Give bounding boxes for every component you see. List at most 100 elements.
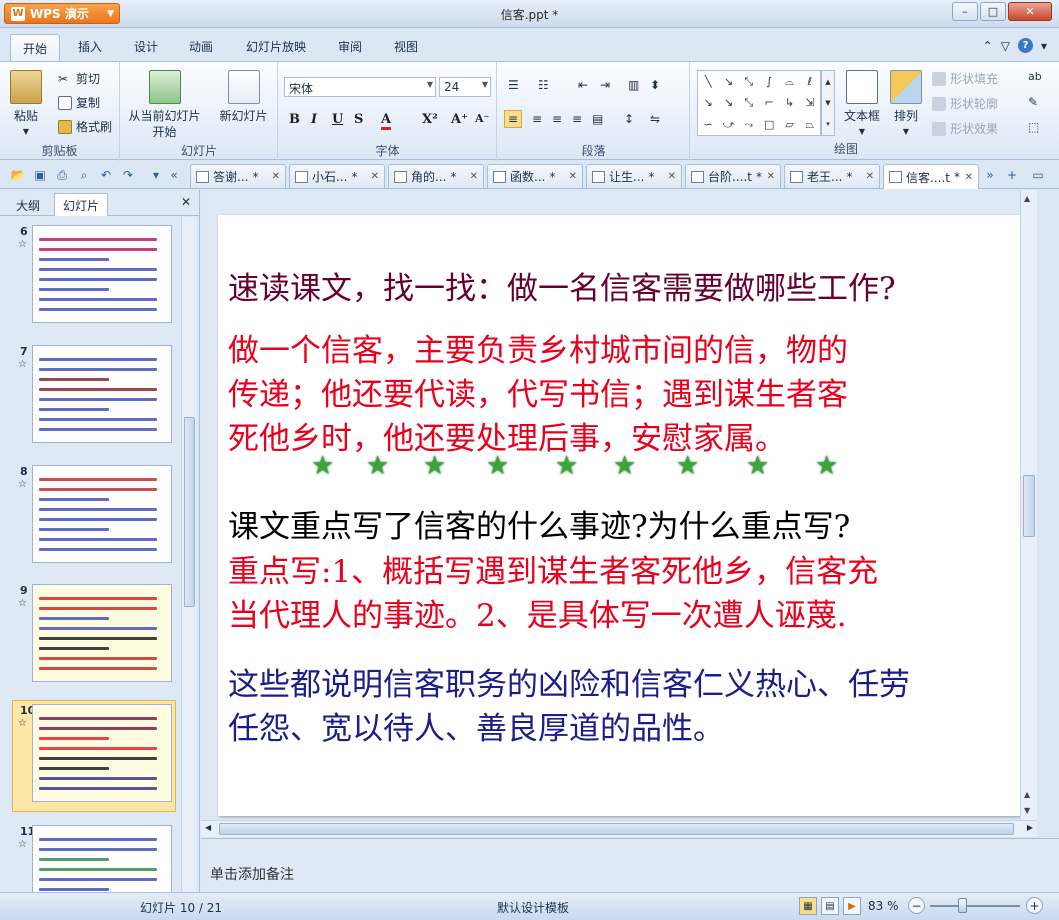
document-tab[interactable]: 台阶....t * ✕ xyxy=(685,164,781,188)
question-1[interactable]: 速读课文，找一找：做一名信客需要做哪些工作? xyxy=(228,263,896,308)
thumbnails-scrollbar[interactable] xyxy=(181,217,196,892)
bold-button[interactable]: B xyxy=(289,112,300,127)
justify-icon[interactable]: ≡ xyxy=(572,112,582,126)
close-tab-icon[interactable]: ✕ xyxy=(668,171,676,182)
close-tab-icon[interactable]: ✕ xyxy=(569,171,577,182)
scroll-right-icon[interactable]: ▶ xyxy=(1027,823,1033,832)
text-effect-icon[interactable]: ⬚ xyxy=(1028,120,1039,134)
next-slide-icon[interactable]: ▼ xyxy=(1024,806,1030,815)
chevron-up-icon[interactable]: ▲ xyxy=(825,78,830,86)
print-preview-icon[interactable]: ⌕ xyxy=(76,167,92,183)
tab-slideshow[interactable]: 幻灯片放映 xyxy=(238,38,314,55)
minimize-button[interactable]: – xyxy=(952,2,978,21)
tab-outline[interactable]: 大纲 xyxy=(8,194,48,217)
connector-double-icon[interactable]: ⇲ xyxy=(805,97,814,108)
redo-icon[interactable]: ↷ xyxy=(120,167,136,183)
play-from-current-button[interactable]: 从当前幻灯片 开始 xyxy=(127,70,202,140)
slideshow-view-icon[interactable]: ▶ xyxy=(843,897,861,915)
close-tab-icon[interactable]: ✕ xyxy=(470,171,478,182)
expand-arrow-icon[interactable]: ⌃ xyxy=(983,38,993,53)
grow-font-button[interactable]: A⁺ xyxy=(451,112,468,127)
chevron-down-icon[interactable]: ▾ xyxy=(1041,38,1047,53)
slide-thumbnail[interactable] xyxy=(32,825,172,892)
slide-canvas[interactable]: 速读课文，找一找：做一名信客需要做哪些工作? 做一个信客，主要负责乡村城市间的信… xyxy=(218,215,1020,816)
line-shape-icon[interactable]: ╲ xyxy=(705,76,712,87)
copy-button[interactable]: 复制 xyxy=(58,94,100,111)
text-fill-icon[interactable]: ✎ xyxy=(1028,95,1038,109)
align-center-icon[interactable]: ≡ xyxy=(532,112,542,126)
scroll-up-icon[interactable]: ▲ xyxy=(1024,194,1030,203)
zoom-slider-thumb[interactable] xyxy=(958,898,967,913)
editor-horizontal-scrollbar[interactable]: ◀ ▶ xyxy=(201,820,1037,837)
format-painter-button[interactable]: 格式刷 xyxy=(58,118,112,135)
rectangle-shape-icon[interactable]: □ xyxy=(764,119,774,130)
connector-icon[interactable]: ⌐ xyxy=(765,97,774,108)
shape-outline-button[interactable]: 形状轮廓 xyxy=(932,95,998,112)
answer-1[interactable]: 做一个信客，主要负责乡村城市间的信，物的 传递；他还要代读，代写书信；遇到谋生者… xyxy=(228,329,848,461)
skin-icon[interactable]: ▽ xyxy=(1001,38,1010,53)
tab-animation[interactable]: 动画 xyxy=(181,38,221,55)
close-button[interactable]: ✕ xyxy=(1008,2,1052,21)
curved-double-icon[interactable]: ⤳ xyxy=(744,119,753,130)
font-size-select[interactable]: 24 ▼ xyxy=(439,77,491,97)
document-tab[interactable]: 角的... * ✕ xyxy=(388,164,484,188)
bullets-icon[interactable]: ☰ xyxy=(508,78,519,92)
normal-view-icon[interactable]: ▦ xyxy=(799,897,817,915)
help-icon[interactable]: ? xyxy=(1017,38,1033,53)
double-arrow-shape-icon[interactable]: ⤡ xyxy=(744,76,753,87)
more-icon[interactable]: ▾ xyxy=(826,120,830,128)
document-tab[interactable]: 老王... * ✕ xyxy=(784,164,880,188)
underline-button[interactable]: U xyxy=(332,112,343,127)
close-tab-icon[interactable]: ✕ xyxy=(272,171,280,182)
tab-scroll-right-icon[interactable]: » xyxy=(982,167,998,183)
curve-shape-icon[interactable]: ∫ xyxy=(766,76,772,87)
zoom-slider-track[interactable] xyxy=(930,905,1020,907)
font-color-button[interactable]: A xyxy=(381,112,392,130)
shadow-button[interactable]: S xyxy=(354,112,363,127)
new-tab-icon[interactable]: + xyxy=(1004,167,1020,183)
scroll-left-icon[interactable]: ◀ xyxy=(205,823,211,832)
scroll-thumb[interactable] xyxy=(1023,475,1035,537)
line-spacing-icon[interactable]: ↕ xyxy=(624,112,634,126)
sorter-view-icon[interactable]: ▤ xyxy=(821,897,839,915)
curved-arrow-icon[interactable]: ⤻ xyxy=(723,119,735,130)
paste-button[interactable]: 粘贴 ▼ xyxy=(10,70,42,140)
slide-thumbnail[interactable] xyxy=(32,225,172,323)
scroll-thumb[interactable] xyxy=(219,823,1014,835)
open-folder-icon[interactable]: 📂 xyxy=(10,167,26,183)
elbow-arrow-icon[interactable]: ↘ xyxy=(724,97,733,108)
align-left-icon[interactable]: ≡ xyxy=(504,110,523,128)
save-icon[interactable]: ▣ xyxy=(32,167,48,183)
close-tab-icon[interactable]: ✕ xyxy=(767,171,775,182)
chevron-down-icon[interactable]: ▼ xyxy=(825,99,830,107)
scroll-thumb[interactable] xyxy=(184,417,195,607)
increase-indent-icon[interactable]: ⇥ xyxy=(600,78,610,92)
arrange-button[interactable]: 排列 ▼ xyxy=(888,70,924,140)
elbow-connector-icon[interactable]: ↘ xyxy=(704,97,713,108)
tab-insert[interactable]: 插入 xyxy=(70,38,110,55)
question-2[interactable]: 课文重点写了信客的什么事迹?为什么重点写? xyxy=(228,501,850,546)
design-template[interactable]: 默认设计模板 xyxy=(497,899,569,916)
maximize-button[interactable]: □ xyxy=(980,2,1006,21)
document-tab[interactable]: 答谢... * ✕ xyxy=(190,164,286,188)
paragraph-settings-icon[interactable]: ⇋ xyxy=(650,112,660,126)
tab-list-icon[interactable]: ▭ xyxy=(1030,167,1046,183)
font-name-select[interactable]: 宋体 ▼ xyxy=(284,77,436,97)
answer-2[interactable]: 重点写:1、概括写遇到谋生者客死他乡，信客充 当代理人的事迹。2、是具体写一次遭… xyxy=(228,550,878,638)
close-icon[interactable]: ✕ xyxy=(181,195,191,209)
parallelogram-shape-icon[interactable]: ▱ xyxy=(785,119,793,130)
align-right-icon[interactable]: ≡ xyxy=(552,112,562,126)
slide-thumbnail[interactable] xyxy=(32,704,172,802)
tab-design[interactable]: 设计 xyxy=(126,38,166,55)
shapes-gallery-scroll[interactable]: ▲ ▼ ▾ xyxy=(821,70,835,136)
connector-arrow-icon[interactable]: ↳ xyxy=(785,97,794,108)
shape-effect-button[interactable]: 形状效果 xyxy=(932,120,998,137)
tab-review[interactable]: 审阅 xyxy=(330,38,370,55)
notes-placeholder[interactable]: 单击添加备注 xyxy=(210,864,294,884)
close-tab-icon[interactable]: ✕ xyxy=(965,172,973,183)
undo-icon[interactable]: ↶ xyxy=(98,167,114,183)
distribute-icon[interactable]: ▤ xyxy=(592,112,603,126)
elbow-double-arrow-icon[interactable]: ⤡ xyxy=(744,97,753,108)
document-tab[interactable]: 信客....t * ✕ xyxy=(883,164,979,189)
tab-slides[interactable]: 幻灯片 xyxy=(54,193,109,216)
